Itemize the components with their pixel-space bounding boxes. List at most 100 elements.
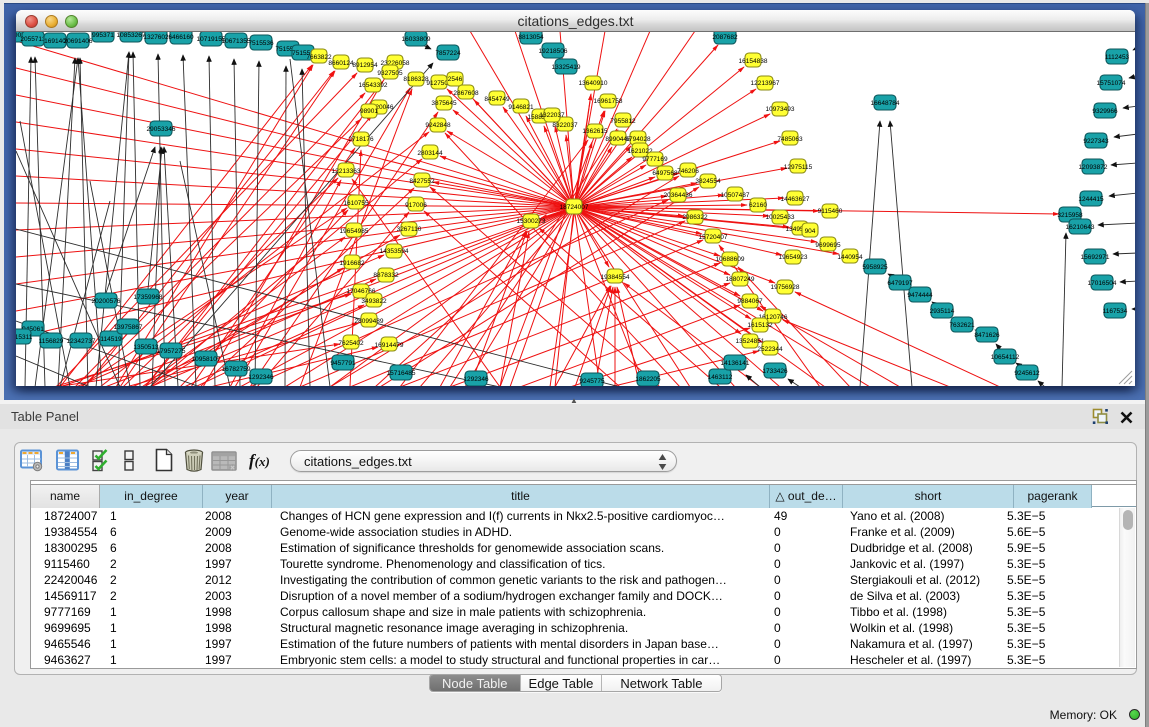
svg-text:12213967: 12213967 (751, 80, 780, 87)
svg-text:13524851: 13524851 (736, 338, 765, 345)
svg-text:18724007: 18724007 (560, 204, 589, 211)
svg-text:8813054: 8813054 (518, 34, 544, 41)
svg-text:12975115: 12975115 (784, 164, 813, 171)
svg-text:2935114: 2935114 (930, 308, 955, 315)
svg-text:3915311: 3915311 (16, 334, 33, 341)
svg-text:16543392: 16543392 (359, 82, 388, 89)
svg-text:7857224: 7857224 (435, 50, 461, 57)
svg-text:2055713: 2055713 (20, 36, 46, 43)
svg-text:13640910: 13640910 (579, 80, 608, 87)
svg-text:9699695: 9699695 (815, 242, 841, 249)
svg-text:10958107: 10958107 (192, 356, 221, 363)
svg-text:62160: 62160 (749, 202, 767, 209)
svg-text:9327505: 9327505 (377, 70, 403, 77)
svg-text:16154838: 16154838 (739, 58, 768, 65)
svg-text:19654923: 19654923 (779, 254, 808, 261)
svg-text:16961758: 16961758 (594, 98, 623, 105)
svg-text:9457791: 9457791 (330, 360, 356, 367)
svg-text:5958925: 5958925 (862, 264, 888, 271)
svg-text:1440954: 1440954 (837, 254, 863, 261)
svg-text:7515536: 7515536 (248, 40, 274, 47)
svg-text:15300273: 15300273 (517, 218, 546, 225)
svg-text:2867608: 2867608 (453, 90, 479, 97)
svg-text:14463627: 14463627 (781, 196, 810, 203)
svg-text:10654112: 10654112 (991, 354, 1020, 361)
svg-text:16033809: 16033809 (402, 36, 431, 43)
svg-text:6497568: 6497568 (652, 170, 678, 177)
svg-text:1463112: 1463112 (708, 374, 733, 381)
svg-text:19756928: 19756928 (771, 284, 800, 291)
svg-text:14136141: 14136141 (721, 360, 750, 367)
svg-text:1362615: 1362615 (582, 128, 608, 135)
svg-text:8660124: 8660124 (328, 60, 354, 67)
svg-text:1156829: 1156829 (39, 338, 64, 345)
svg-text:2803144: 2803144 (417, 150, 443, 157)
svg-text:3493822: 3493822 (361, 298, 387, 305)
svg-text:3267110: 3267110 (397, 226, 422, 233)
svg-text:1862205: 1862205 (635, 376, 661, 383)
svg-text:9242848: 9242848 (425, 122, 451, 129)
svg-text:6466160: 6466160 (168, 34, 194, 41)
svg-text:7625402: 7625402 (338, 340, 364, 347)
svg-text:14353594: 14353594 (380, 248, 409, 255)
svg-text:7955812: 7955812 (610, 118, 636, 125)
svg-text:13975867: 13975867 (114, 324, 143, 331)
svg-text:19654985: 19654985 (340, 228, 369, 235)
svg-text:9115460: 9115460 (818, 208, 843, 215)
svg-text:1350513: 1350513 (133, 344, 159, 351)
svg-text:2546: 2546 (448, 76, 463, 83)
svg-text:1292346: 1292346 (248, 374, 274, 381)
svg-text:18807249: 18807249 (726, 276, 755, 283)
svg-text:1292346: 1292346 (463, 376, 489, 383)
svg-text:1322037: 1322037 (539, 112, 565, 119)
svg-text:10507487: 10507487 (721, 192, 750, 199)
svg-text:1167534: 1167534 (1103, 308, 1128, 315)
svg-text:10671355: 10671355 (222, 38, 251, 45)
svg-text:746206: 746206 (677, 168, 699, 175)
svg-text:114519: 114519 (100, 336, 122, 343)
svg-text:20364436: 20364436 (664, 192, 693, 199)
svg-text:12213363: 12213363 (332, 168, 361, 175)
svg-text:10973493: 10973493 (766, 106, 795, 113)
svg-text:19218506: 19218506 (539, 48, 568, 55)
svg-text:2718176: 2718176 (348, 136, 374, 143)
svg-text:3824554: 3824554 (695, 178, 721, 185)
svg-text:8471626: 8471626 (974, 332, 1000, 339)
svg-text:28099489: 28099489 (355, 318, 384, 325)
svg-text:9146821: 9146821 (508, 104, 534, 111)
svg-text:17359968: 17359968 (134, 294, 163, 301)
svg-text:8878332: 8878332 (373, 272, 399, 279)
svg-text:12342737: 12342737 (67, 338, 96, 345)
svg-text:17016504: 17016504 (1088, 280, 1117, 287)
svg-text:13325419: 13325419 (552, 64, 581, 71)
svg-text:2522344: 2522344 (757, 346, 783, 353)
svg-text:10853267: 10853267 (117, 32, 146, 39)
svg-text:1916682: 1916682 (339, 260, 365, 267)
svg-text:15720407: 15720407 (699, 234, 728, 241)
svg-text:9777169: 9777169 (642, 156, 668, 163)
svg-text:1327602: 1327602 (143, 34, 169, 41)
svg-text:6479197: 6479197 (887, 280, 913, 287)
svg-text:1112453: 1112453 (1105, 54, 1130, 61)
svg-text:917006: 917006 (405, 202, 427, 209)
svg-text:16210643: 16210643 (1066, 224, 1095, 231)
svg-text:9884067: 9884067 (737, 298, 763, 305)
svg-text:995371: 995371 (92, 32, 114, 39)
svg-text:29053346: 29053346 (147, 126, 176, 133)
svg-text:1610755: 1610755 (343, 200, 369, 207)
svg-text:9245612: 9245612 (1014, 370, 1040, 377)
svg-text:20691406: 20691406 (64, 38, 93, 45)
svg-text:8454749: 8454749 (484, 96, 510, 103)
svg-text:10688609: 10688609 (716, 256, 745, 263)
svg-text:17957275: 17957275 (157, 348, 186, 355)
svg-text:98901: 98901 (360, 108, 378, 115)
svg-text:3215958: 3215958 (1057, 212, 1083, 219)
svg-text:9245775: 9245775 (579, 378, 605, 385)
svg-text:16914479: 16914479 (375, 342, 404, 349)
svg-text:8322037: 8322037 (552, 122, 578, 129)
svg-text:15716485: 15716485 (387, 370, 416, 377)
svg-text:8427552: 8427552 (409, 178, 435, 185)
svg-text:20200576: 20200576 (92, 298, 121, 305)
svg-text:8912954: 8912954 (352, 62, 378, 69)
svg-text:9329966: 9329966 (1092, 108, 1118, 115)
